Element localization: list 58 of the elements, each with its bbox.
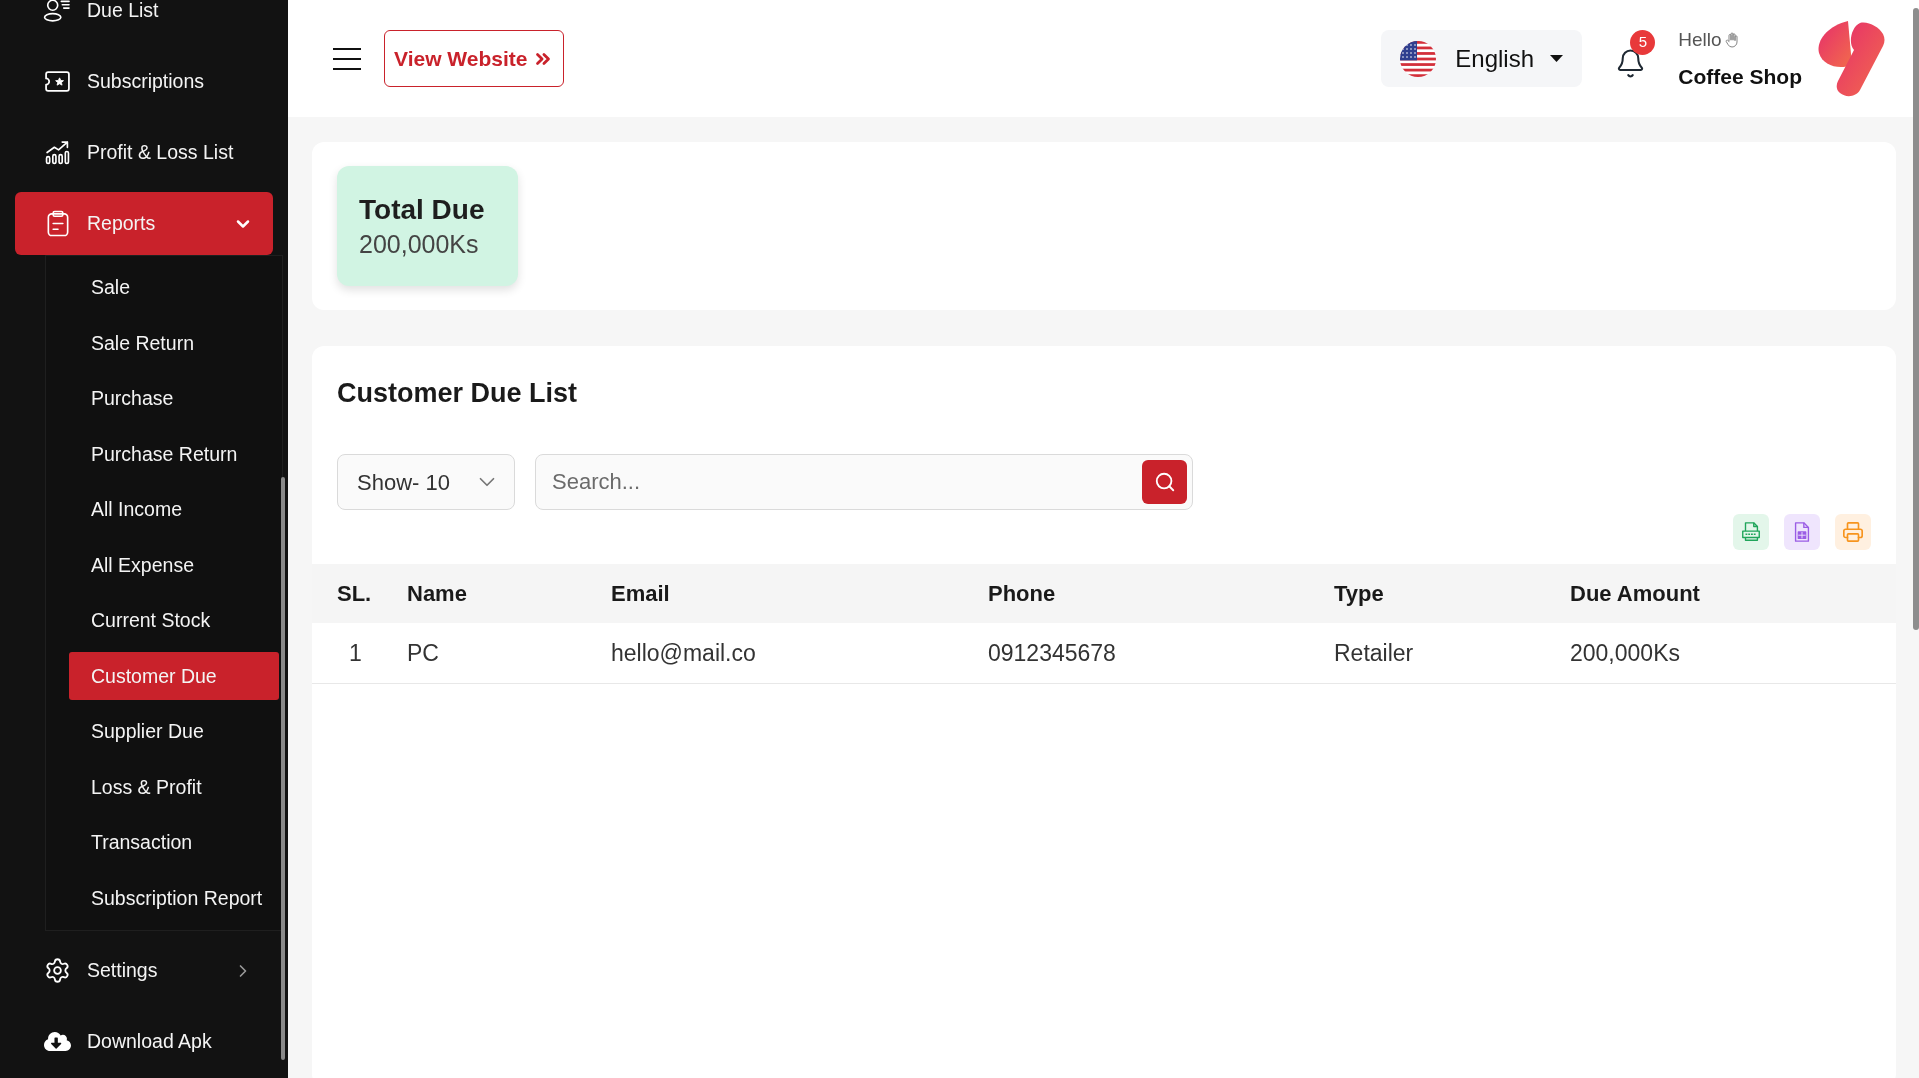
submenu-item[interactable]: Purchase <box>69 374 279 423</box>
search-icon <box>1153 471 1176 493</box>
language-select[interactable]: English <box>1381 30 1583 87</box>
sidebar-item[interactable]: Reports <box>15 192 273 255</box>
submenu-item[interactable]: Subscription Report <box>69 874 279 923</box>
file-export-button[interactable] <box>1733 514 1769 550</box>
user-list-icon <box>43 0 72 22</box>
greeting-text: Hello <box>1678 27 1722 52</box>
submenu-item[interactable]: Transaction <box>69 818 279 867</box>
table-cell-text: 0912345678 <box>988 638 1116 668</box>
settings-icon <box>44 957 71 984</box>
column-header: Name <box>407 580 467 608</box>
column-header: Due Amount <box>1570 580 1700 608</box>
search-field[interactable]: Search... <box>535 454 1193 510</box>
sidebar-item[interactable]: Settings <box>15 935 273 1006</box>
view-website-button[interactable]: View Website <box>384 30 565 87</box>
sidebar-item[interactable]: Subscriptions <box>15 46 273 117</box>
submenu-item[interactable]: Purchase Return <box>69 430 279 479</box>
menu-icon[interactable] <box>333 47 361 70</box>
submenu-item[interactable]: All Income <box>69 485 279 534</box>
chart-growth-icon <box>45 140 70 165</box>
submenu-item[interactable]: Customer Due <box>69 652 279 701</box>
table-cell-text: PC <box>407 638 439 668</box>
summary-value: 200,000Ks <box>359 229 479 259</box>
submenu-item[interactable]: Sale Return <box>69 319 279 368</box>
us-flag-icon <box>1400 40 1437 77</box>
sidebar-item[interactable]: Due List <box>15 0 273 46</box>
column-header: SL. <box>337 580 372 608</box>
printer-icon <box>1842 521 1864 543</box>
waving-hand-icon <box>1724 31 1739 48</box>
clipboard-icon <box>45 210 70 237</box>
column-header: Email <box>611 580 670 608</box>
column-header: Type <box>1334 580 1384 608</box>
submenu-item[interactable]: Loss & Profit <box>69 763 279 812</box>
panel-title: Customer Due List <box>337 377 578 410</box>
submenu-item[interactable]: All Expense <box>69 541 279 590</box>
scrollbar-thumb[interactable] <box>281 477 285 1060</box>
sidebar-item[interactable]: Profit & Loss List <box>15 117 273 188</box>
summary-title: Total Due <box>359 193 485 227</box>
column-header: Phone <box>988 580 1056 608</box>
caret-down-icon <box>1550 55 1564 62</box>
notification-badge: 5 <box>1630 30 1656 55</box>
table-cell-text: hello@mail.co <box>611 638 756 668</box>
table-cell-text: Retailer <box>1334 638 1414 668</box>
table-cell-text: 1 <box>348 638 362 668</box>
sidebar-item[interactable]: Download Apk <box>15 1006 273 1077</box>
page-size-select[interactable]: Show- 10 <box>337 454 515 510</box>
table-cell-text: 200,000Ks <box>1570 638 1680 668</box>
document-icon <box>1740 521 1762 543</box>
ticket-star-icon <box>44 70 71 93</box>
submenu-item[interactable]: Current Stock <box>69 596 279 645</box>
spreadsheet-export-button[interactable] <box>1784 514 1820 550</box>
submenu-item[interactable]: Supplier Due <box>69 707 279 756</box>
submenu-item[interactable]: Sale <box>69 263 279 312</box>
search-button[interactable] <box>1142 460 1187 504</box>
scrollbar-thumb[interactable] <box>1913 8 1919 630</box>
print-button[interactable] <box>1835 514 1871 550</box>
user-name: Coffee Shop <box>1678 63 1802 90</box>
